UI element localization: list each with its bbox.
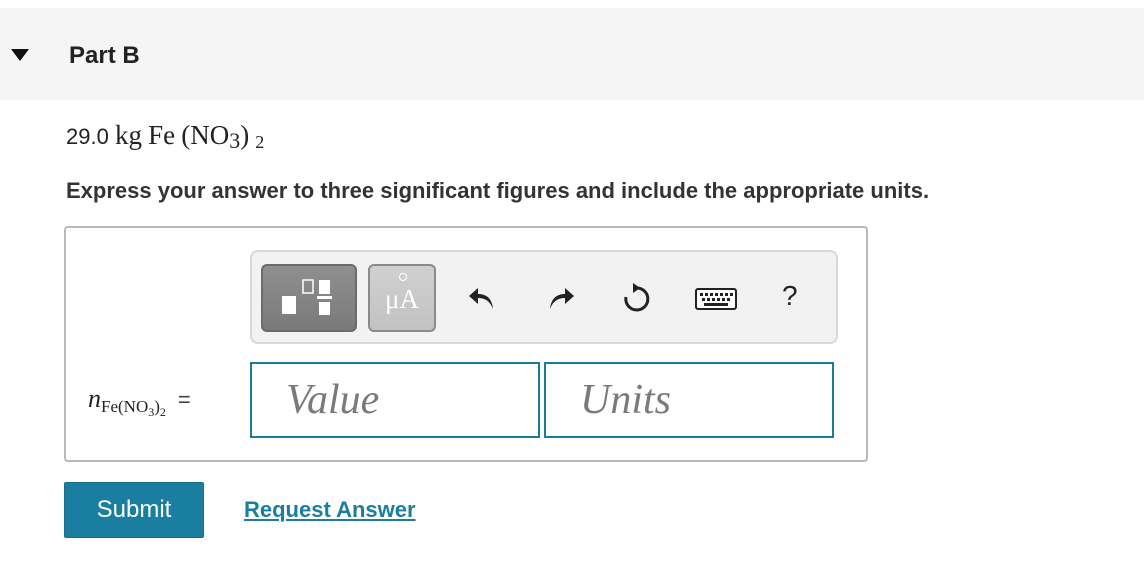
request-answer-link[interactable]: Request Answer <box>244 497 416 523</box>
angstrom-ring-icon <box>399 273 407 281</box>
variable-label: nFe(NO3)2 = <box>88 384 191 419</box>
part-title: Part B <box>69 42 140 69</box>
keyboard-icon[interactable] <box>694 286 738 312</box>
given-formula-sub: 3 <box>229 128 241 153</box>
submit-button[interactable]: Submit <box>64 482 204 538</box>
units-input[interactable]: Units <box>544 362 834 438</box>
units-button[interactable]: μA <box>368 264 436 332</box>
help-button[interactable]: ? <box>782 280 798 312</box>
answer-box: μA ? nFe(NO3)2 = Value Units <box>64 226 868 462</box>
collapse-triangle-icon[interactable] <box>11 49 29 61</box>
value-input[interactable]: Value <box>250 362 540 438</box>
reset-icon[interactable] <box>620 282 652 314</box>
given-quantity: 29.0 kg Fe (NO3) 2 <box>66 120 265 153</box>
units-button-label: μA <box>385 284 419 314</box>
given-element: Fe <box>148 120 176 150</box>
units-placeholder: Units <box>580 377 672 423</box>
math-toolbar: μA ? <box>250 250 838 344</box>
undo-icon[interactable] <box>466 282 498 314</box>
given-unit: kg <box>114 120 142 150</box>
given-formula-index: 2 <box>255 132 265 152</box>
variable-subscript: Fe(NO3)2 <box>101 397 166 419</box>
instruction-text: Express your answer to three significant… <box>66 178 930 203</box>
fraction-template-icon <box>282 279 332 315</box>
redo-icon[interactable] <box>545 282 577 314</box>
equals-sign: = <box>177 387 191 412</box>
fraction-template-button[interactable] <box>261 264 357 332</box>
given-mass: 29.0 <box>66 124 109 149</box>
variable-symbol: n <box>88 384 101 413</box>
given-formula-open: (NO <box>181 120 230 150</box>
part-header: Part B <box>0 8 1144 100</box>
given-formula-close: ) <box>240 120 250 150</box>
value-placeholder: Value <box>286 377 380 423</box>
